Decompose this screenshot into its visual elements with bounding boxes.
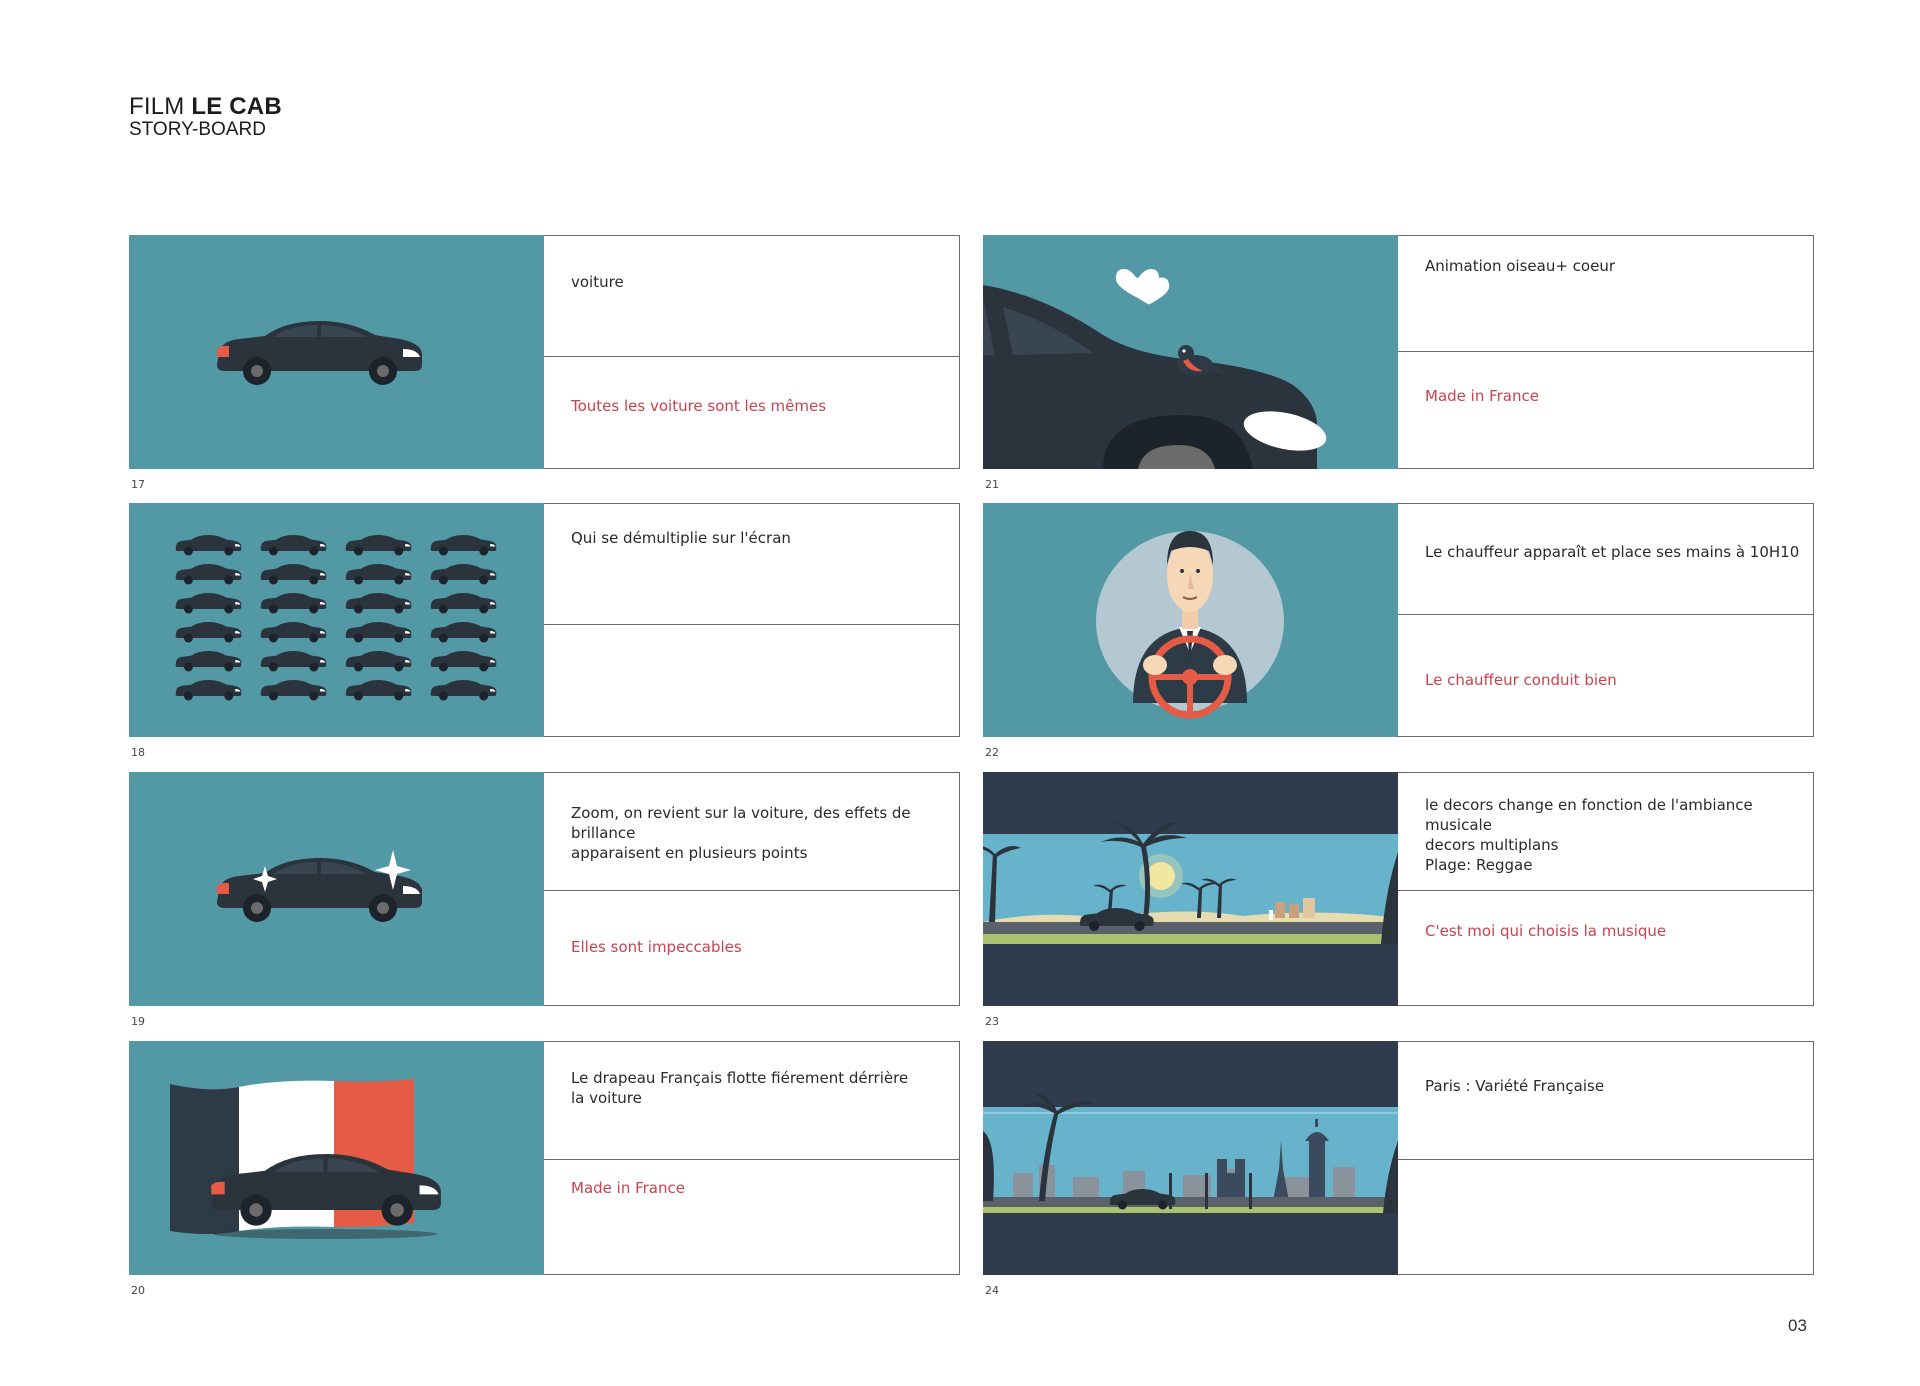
- panel-description: Le drapeau Français flotte fiérement dér…: [571, 1069, 909, 1107]
- panel-description-box: Zoom, on revient sur la voiture, des eff…: [544, 773, 959, 891]
- small-car-icon: [175, 593, 242, 614]
- panel-image-paris: [983, 1041, 1398, 1275]
- small-car-icon: [260, 651, 327, 672]
- panel-number: 18: [131, 746, 145, 759]
- storyboard-panel: Le drapeau Français flotte fiérement dér…: [129, 1041, 961, 1297]
- car-illustration: [217, 321, 422, 385]
- page-header: FILM LE CAB STORY-BOARD: [129, 94, 282, 140]
- storyboard-panel: Zoom, on revient sur la voiture, des eff…: [129, 772, 961, 1028]
- panel-description: Paris : Variété Française: [1425, 1077, 1605, 1095]
- panel-text: Le chauffeur apparaît et place ses mains…: [1398, 503, 1814, 737]
- panel-number: 19: [131, 1015, 145, 1028]
- storyboard-subtitle: STORY-BOARD: [129, 119, 266, 140]
- small-car-icon: [260, 593, 327, 614]
- panel-number: 24: [985, 1284, 999, 1297]
- panel-image-car: [129, 235, 544, 469]
- small-car-icon: [175, 535, 242, 556]
- small-car-icon: [175, 680, 242, 701]
- panel-text: Paris : Variété Française: [1398, 1041, 1814, 1275]
- panel-text: Qui se démultiplie sur l'écran: [544, 503, 960, 737]
- panel-image-bird-heart: [983, 235, 1398, 469]
- panel-number: 23: [985, 1015, 999, 1028]
- small-car-icon: [260, 680, 327, 701]
- storyboard-panel: Paris : Variété Française 24: [983, 1041, 1815, 1297]
- storyboard-panel: Animation oiseau+ coeur Made in France 2…: [983, 235, 1815, 491]
- small-car-icon: [175, 622, 242, 643]
- small-car-icon: [345, 680, 412, 701]
- panel-voiceover: Le chauffeur conduit bien: [1425, 671, 1617, 689]
- panel-description-box: Paris : Variété Française: [1398, 1042, 1813, 1160]
- panel-image-beach: [983, 772, 1398, 1006]
- panel-number: 17: [131, 478, 145, 491]
- small-car-icon: [430, 564, 497, 585]
- small-car-icon: [260, 622, 327, 643]
- storyboard-panel: le decors change en fonction de l'ambian…: [983, 772, 1815, 1028]
- panel-voiceover: Toutes les voiture sont les mêmes: [571, 397, 827, 415]
- panel-text: Animation oiseau+ coeur Made in France: [1398, 235, 1814, 469]
- panel-description: Zoom, on revient sur la voiture, des eff…: [571, 804, 911, 862]
- panel-number: 20: [131, 1284, 145, 1297]
- small-car-icon: [430, 651, 497, 672]
- small-car-icon: [345, 564, 412, 585]
- panel-number: 22: [985, 746, 999, 759]
- panel-description: Qui se démultiplie sur l'écran: [571, 529, 791, 547]
- small-car-icon: [430, 680, 497, 701]
- panel-voiceover: C'est moi qui choisis la musique: [1425, 922, 1667, 940]
- small-car-icon: [345, 535, 412, 556]
- film-title: FILM LE CAB: [129, 93, 282, 120]
- small-car-icon: [345, 593, 412, 614]
- small-car-icon: [345, 651, 412, 672]
- panel-text: Zoom, on revient sur la voiture, des eff…: [544, 772, 960, 1006]
- small-car-icon: [430, 593, 497, 614]
- panel-description-box: Animation oiseau+ coeur: [1398, 236, 1813, 352]
- panel-image-shiny-car: [129, 772, 544, 1006]
- panel-image-flag-car: [129, 1041, 544, 1275]
- panel-description-box: Qui se démultiplie sur l'écran: [544, 504, 959, 625]
- panel-voiceover: Made in France: [571, 1179, 685, 1197]
- panel-text: le decors change en fonction de l'ambian…: [1398, 772, 1814, 1006]
- panel-voiceover: Elles sont impeccables: [571, 938, 742, 956]
- storyboard-panel: voiture Toutes les voiture sont les même…: [129, 235, 961, 491]
- panel-description: voiture: [571, 273, 624, 291]
- small-car-icon: [175, 564, 242, 585]
- small-car-icon: [260, 564, 327, 585]
- panel-voiceover: Made in France: [1425, 387, 1539, 405]
- storyboard-panel: Le chauffeur apparaît et place ses mains…: [983, 503, 1815, 759]
- panel-text: Le drapeau Français flotte fiérement dér…: [544, 1041, 960, 1275]
- panel-text: voiture Toutes les voiture sont les même…: [544, 235, 960, 469]
- panel-number: 21: [985, 478, 999, 491]
- small-car-icon: [175, 651, 242, 672]
- panel-description-box: Le chauffeur apparaît et place ses mains…: [1398, 504, 1813, 615]
- small-car-icon: [260, 535, 327, 556]
- small-car-icon: [430, 535, 497, 556]
- panel-description-box: voiture: [544, 236, 959, 357]
- panel-description: Animation oiseau+ coeur: [1425, 257, 1615, 275]
- panel-description-box: Le drapeau Français flotte fiérement dér…: [544, 1042, 959, 1160]
- panel-description: le decors change en fonction de l'ambian…: [1425, 796, 1753, 874]
- car-grid-illustration: [175, 535, 497, 701]
- panel-description-box: le decors change en fonction de l'ambian…: [1398, 773, 1813, 891]
- small-car-icon: [345, 622, 412, 643]
- page-number: 03: [1788, 1316, 1807, 1335]
- panel-image-car-grid: [129, 503, 544, 737]
- panel-image-driver: [983, 503, 1398, 737]
- panel-description: Le chauffeur apparaît et place ses mains…: [1425, 543, 1800, 561]
- french-flag-illustration: [170, 1079, 414, 1234]
- storyboard-panel: Qui se démultiplie sur l'écran 18: [129, 503, 961, 759]
- small-car-icon: [430, 622, 497, 643]
